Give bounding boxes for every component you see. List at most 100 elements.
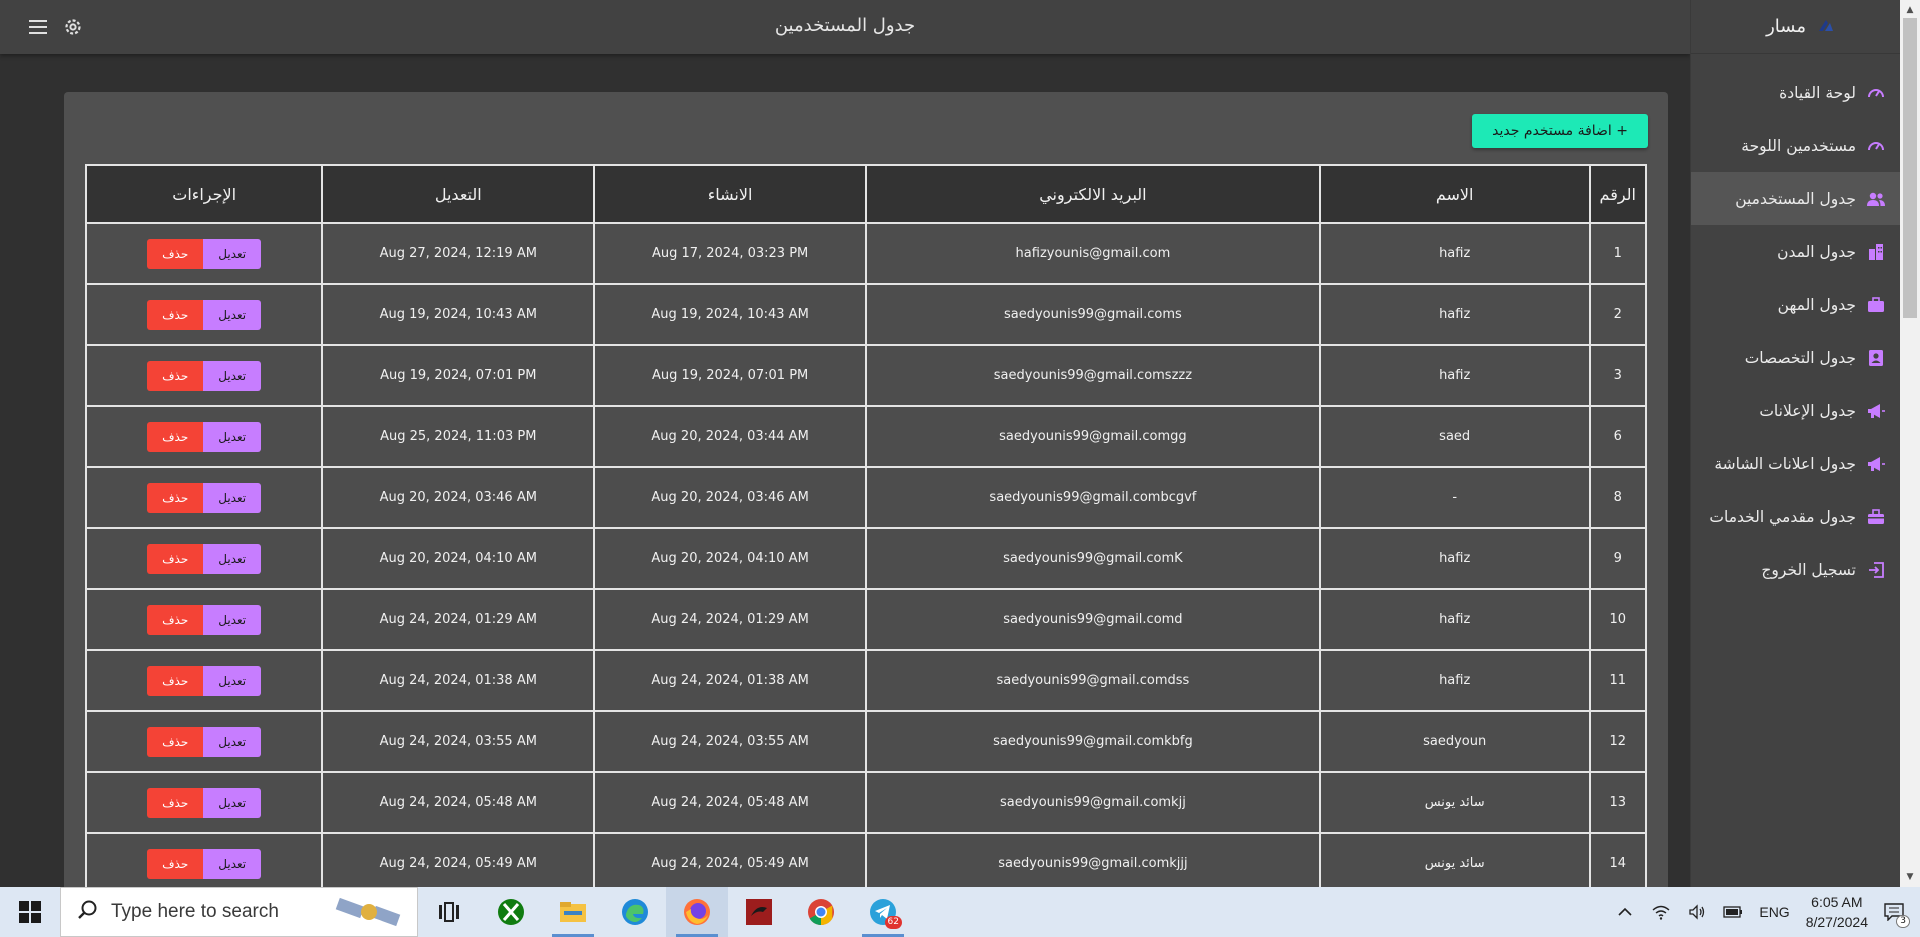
page-scrollbar[interactable]: ▲ ▼ [1900,0,1920,887]
cell-updated: Aug 24, 2024, 01:38 AM [321,649,596,712]
sidebar-item-4[interactable]: جدول المدن [1691,225,1900,278]
edit-button[interactable]: تعديل [203,238,262,269]
add-user-button[interactable]: اضافة مستخدم جديد + [1472,114,1648,148]
row-actions: حذف تعديل [87,604,321,635]
xbox-icon[interactable] [480,887,542,937]
notification-center-icon[interactable]: 3 [1884,902,1910,928]
cell-updated: Aug 20, 2024, 03:46 AM [321,466,596,529]
cell-actions: حذف تعديل [84,527,324,590]
table-row: 14 سائد يونس saedyounis99@gmail.comkjjj Aug… [84,832,1648,895]
sidebar-item-label: تسجيل الخروج [1761,560,1856,579]
delete-button[interactable]: حذف [147,482,204,513]
scrollbar-thumb[interactable] [1903,18,1917,318]
cell-created: Aug 24, 2024, 05:48 AM [593,771,868,834]
clock-time: 6:05 AM [1811,894,1863,910]
row-actions: حذف تعديل [87,726,321,757]
sidebar-item-9[interactable]: جدول مقدمي الخدمات [1691,490,1900,543]
cell-updated: Aug 25, 2024, 11:03 PM [321,405,596,468]
sidebar-item-7[interactable]: جدول الإعلانات [1691,384,1900,437]
users-table-body: 1 hafiz hafizyounis@gmail.com Aug 17, 2024,… [84,222,1648,895]
sidebar-item-3[interactable]: جدول المستخدمين [1691,172,1900,225]
cell-id: 12 [1588,710,1648,773]
sidebar-item-10[interactable]: تسجيل الخروج [1691,543,1900,596]
cell-created: Aug 24, 2024, 03:55 AM [593,710,868,773]
volume-icon[interactable] [1687,902,1707,922]
firefox-icon[interactable] [666,887,728,937]
table-row: 10 hafiz saedyounis99@gmail.comd Aug 24, 20… [84,588,1648,651]
task-view-icon[interactable] [418,887,480,937]
sidebar-item-label: جدول اعلانات الشاشة [1714,454,1856,473]
edge-icon[interactable] [604,887,666,937]
cell-actions: حذف تعديل [84,649,324,712]
cell-id: 13 [1588,771,1648,834]
sidebar-item-8[interactable]: جدول اعلانات الشاشة [1691,437,1900,490]
cell-id: 11 [1588,649,1648,712]
sidebar-item-6[interactable]: جدول التخصصات [1691,331,1900,384]
row-actions: حذف تعديل [87,360,321,391]
scroll-down-arrow-icon[interactable]: ▼ [1900,869,1920,885]
taskbar-apps: 62 [418,887,914,937]
city-icon [1866,242,1886,262]
sidebar-item-5[interactable]: جدول المهن [1691,278,1900,331]
cell-actions: حذف تعديل [84,344,324,407]
sidebar-item-1[interactable]: لوحة القيادة [1691,66,1900,119]
taskbar-search-box[interactable]: Type here to search [60,887,418,937]
telegram-icon[interactable]: 62 [852,887,914,937]
delete-button[interactable]: حذف [147,299,204,330]
sidebar: مسار لوحة القيادة مستخدمين اللوحة جدول الم… [1690,0,1900,887]
cell-email: hafizyounis@gmail.com [865,222,1321,285]
cell-actions: حذف تعديل [84,588,324,651]
delete-button[interactable]: حذف [147,665,204,696]
cell-email: saedyounis99@gmail.comkbfg [865,710,1321,773]
brand-name: مسار [1766,16,1806,37]
input-language[interactable]: ENG [1759,904,1789,920]
column-header-created: الانشاء [593,164,868,224]
chevron-up-icon[interactable] [1615,902,1635,922]
delete-button[interactable]: حذف [147,604,204,635]
windows-start-icon[interactable] [0,887,60,937]
network-icon[interactable] [1651,902,1671,922]
file-explorer-icon[interactable] [542,887,604,937]
edit-button[interactable]: تعديل [203,299,262,330]
edit-button[interactable]: تعديل [203,482,262,513]
delete-button[interactable]: حذف [147,787,204,818]
battery-icon[interactable] [1723,902,1743,922]
table-row: 11 hafiz saedyounis99@gmail.comdss Aug 24, … [84,649,1648,712]
edit-button[interactable]: تعديل [203,360,262,391]
delete-button[interactable]: حذف [147,360,204,391]
search-highlight-satellite-icon [329,894,409,936]
chrome-icon[interactable] [790,887,852,937]
sidebar-item-label: جدول التخصصات [1744,348,1856,367]
edit-button[interactable]: تعديل [203,604,262,635]
cell-email: saedyounis99@gmail.comkjj [865,771,1321,834]
clock-date: 8/27/2024 [1805,914,1868,930]
delete-button[interactable]: حذف [147,238,204,269]
cell-id: 9 [1588,527,1648,590]
top-app-bar: جدول المستخدمين [0,0,1690,54]
edit-button[interactable]: تعديل [203,787,262,818]
delete-button[interactable]: حذف [147,726,204,757]
sidebar-item-2[interactable]: مستخدمين اللوحة [1691,119,1900,172]
delete-button[interactable]: حذف [147,421,204,452]
edit-button[interactable]: تعديل [203,421,262,452]
scroll-up-arrow-icon[interactable]: ▲ [1900,2,1920,18]
megaphone-icon [1866,454,1886,474]
delete-button[interactable]: حذف [147,848,204,879]
edit-button[interactable]: تعديل [203,543,262,574]
cell-actions: حذف تعديل [84,222,324,285]
toolbox-icon [1866,507,1886,527]
red-app-icon[interactable] [728,887,790,937]
column-header-updated: التعديل [321,164,596,224]
table-row: 13 سائد يونس saedyounis99@gmail.comkjj Aug … [84,771,1648,834]
delete-button[interactable]: حذف [147,543,204,574]
column-header-id: الرقم [1588,164,1648,224]
edit-button[interactable]: تعديل [203,665,262,696]
edit-button[interactable]: تعديل [203,848,262,879]
edit-button[interactable]: تعديل [203,726,262,757]
taskbar-clock[interactable]: 6:05 AM 8/27/2024 [1806,892,1868,932]
sidebar-brand[interactable]: مسار [1691,0,1900,54]
sidebar-item-label: جدول الإعلانات [1759,401,1856,420]
cell-name: سائد يونس [1318,771,1591,834]
cell-updated: Aug 24, 2024, 01:29 AM [321,588,596,651]
cell-actions: حذف تعديل [84,466,324,529]
